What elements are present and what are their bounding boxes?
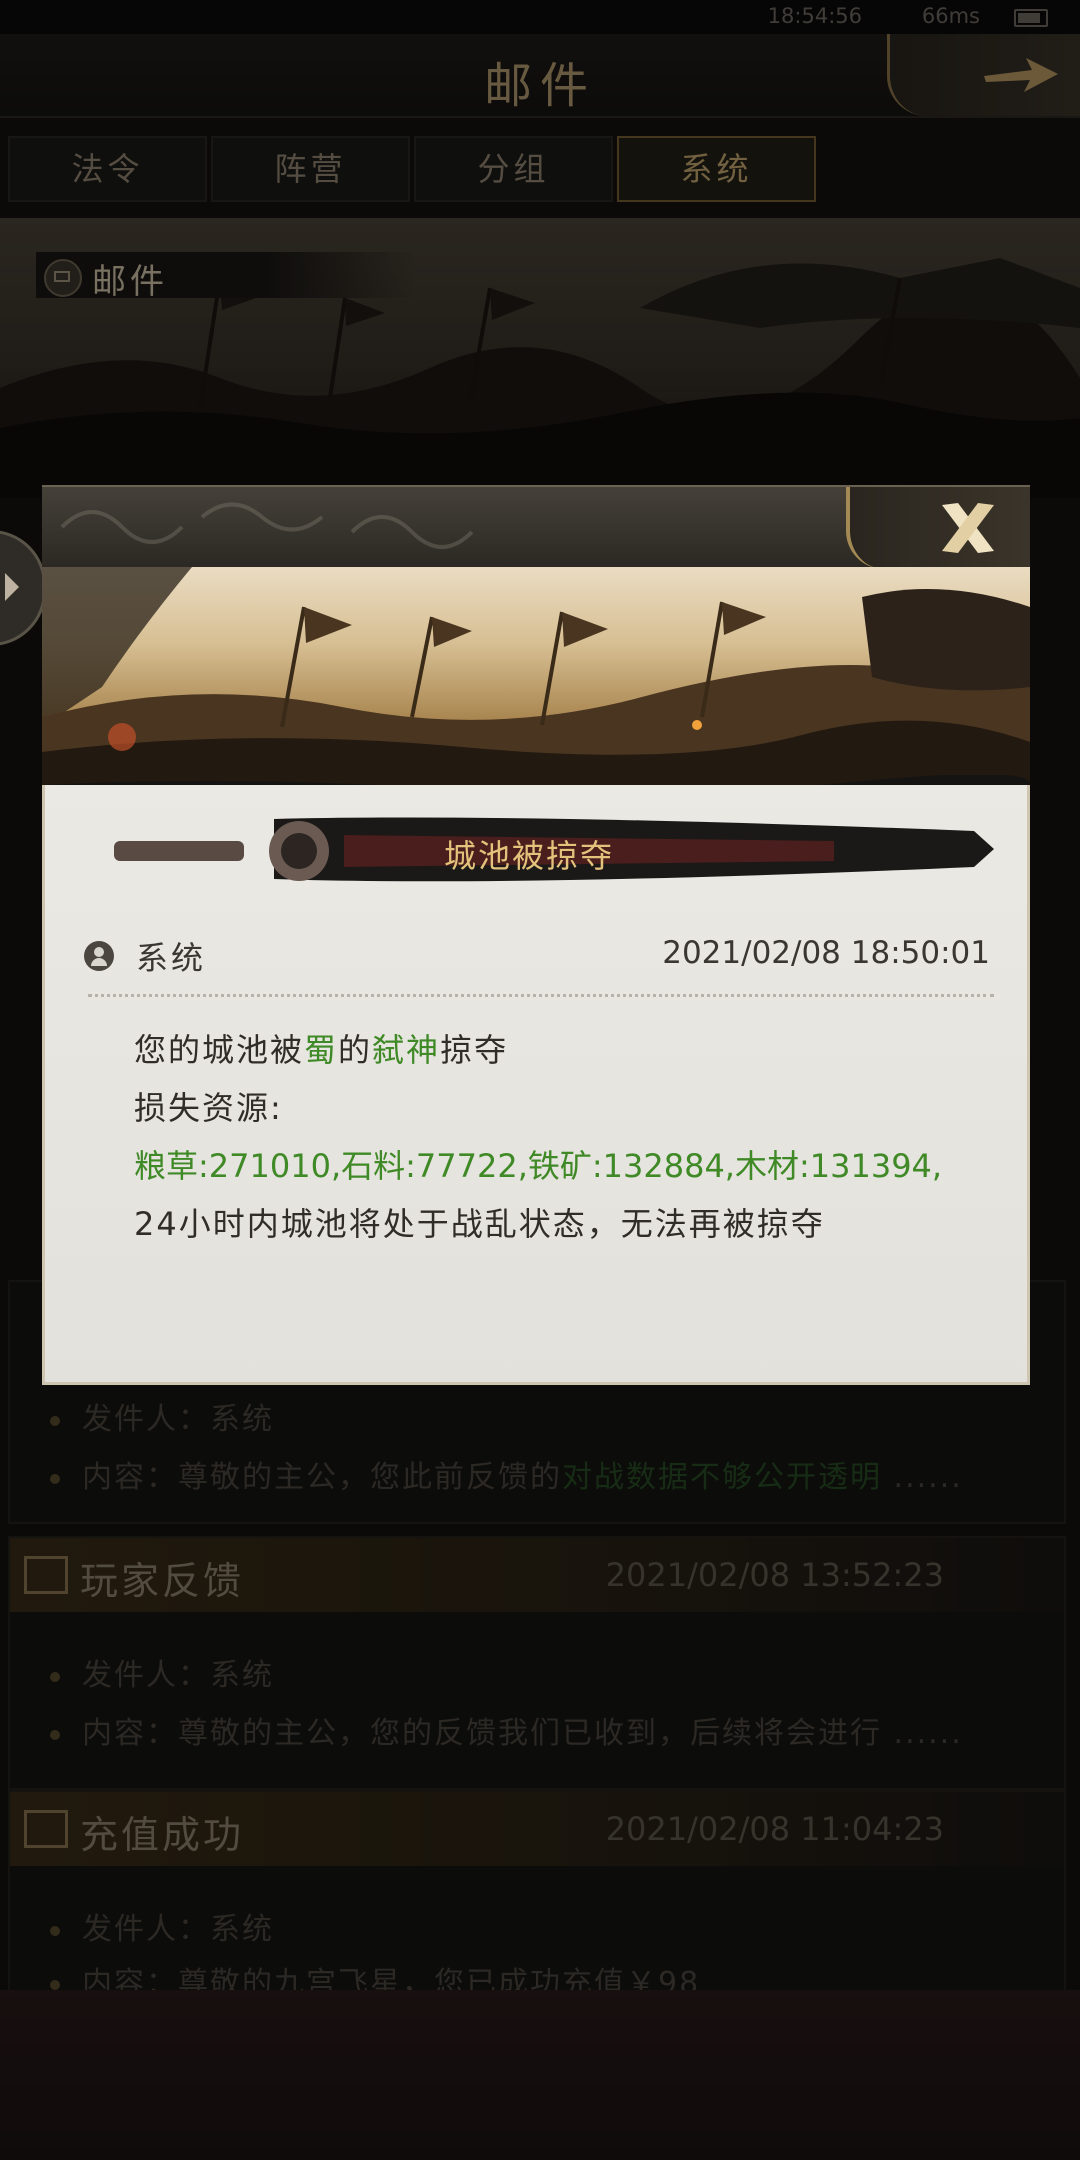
close-icon xyxy=(942,503,994,553)
close-button[interactable] xyxy=(846,487,1030,569)
user-icon xyxy=(84,941,114,971)
dialog-date: 2021/02/08 18:50:01 xyxy=(662,935,990,971)
dialog-banner-image xyxy=(42,567,1030,785)
dialog-line-status: 24小时内城池将处于战乱状态，无法再被掠夺 xyxy=(134,1205,825,1243)
dialog-title: 城池被掠夺 xyxy=(444,837,615,875)
dialog-sender-row: 系统 2021/02/08 18:50:01 xyxy=(84,933,990,983)
dialog-sender: 系统 xyxy=(136,939,207,977)
dialog-titlebar xyxy=(42,485,1030,569)
dotted-divider xyxy=(88,994,994,997)
dialog-line-plunder: 您的城池被蜀的弑神掠夺 xyxy=(134,1031,509,1069)
mail-detail-dialog: 城池被掠夺 系统 2021/02/08 18:50:01 您的城池被蜀的弑神掠夺… xyxy=(42,485,1030,1385)
dialog-line-resources: 粮草:271010,石料:77722,铁矿:132884,木材:131394, xyxy=(134,1147,943,1185)
dialog-line-loss-label: 损失资源: xyxy=(134,1089,283,1127)
